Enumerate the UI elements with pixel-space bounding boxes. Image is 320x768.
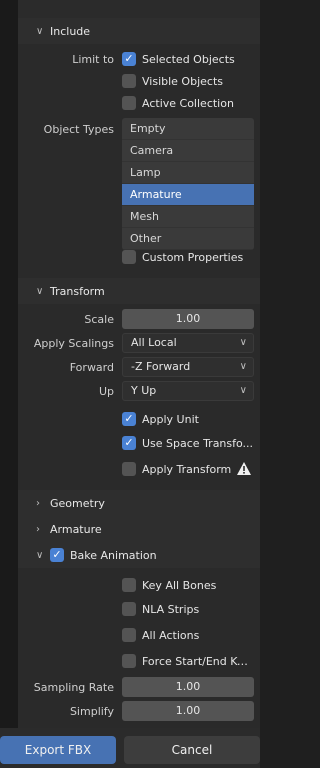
transform-panel-header[interactable]: ∨ Transform [18,278,260,304]
warning-icon [237,462,251,475]
scale-label: Scale [84,312,114,326]
nla-strips-toggle[interactable]: NLA Strips [122,599,254,619]
selected-objects-label: Selected Objects [142,52,235,66]
cancel-button[interactable]: Cancel [124,736,260,764]
apply-unit-toggle[interactable]: Apply Unit [122,409,254,429]
bake-animation-checkbox[interactable] [50,548,64,562]
forward-label: Forward [69,360,114,374]
selected-objects-toggle[interactable]: Selected Objects [122,49,254,69]
forward-axis-dropdown[interactable]: -Z Forward ∨ [122,357,254,377]
force-start-end-label: Force Start/End Ke... [142,654,254,668]
forward-axis-value: -Z Forward [131,360,191,373]
up-label: Up [98,384,114,398]
armature-header-label: Armature [50,522,102,536]
active-collection-toggle[interactable]: Active Collection [122,93,254,113]
checkbox-unchecked-icon[interactable] [122,74,136,88]
dialog-footer: Export FBX Cancel [0,728,260,768]
apply-unit-label: Apply Unit [142,412,199,426]
include-header-label: Include [50,24,91,38]
geometry-panel-header[interactable]: › Geometry [18,490,260,516]
chevron-down-icon: ∨ [36,549,44,561]
object-type-empty[interactable]: Empty [122,118,254,140]
checkbox-unchecked-icon[interactable] [122,96,136,110]
apply-scalings-dropdown[interactable]: All Local ∨ [122,333,254,353]
checkbox-unchecked-icon[interactable] [122,462,136,476]
object-type-armature[interactable]: Armature [122,184,254,206]
chevron-down-icon: ∨ [239,337,247,348]
armature-panel-header[interactable]: › Armature [18,516,260,542]
all-actions-toggle[interactable]: All Actions [122,625,254,645]
checkbox-checked-icon[interactable] [122,52,136,66]
chevron-right-icon: › [36,497,40,509]
use-space-transform-toggle[interactable]: Use Space Transfo... [122,433,254,453]
chevron-down-icon: ∨ [239,385,247,396]
window-edge [0,0,18,768]
chevron-down-icon: ∨ [36,285,44,297]
key-all-bones-label: Key All Bones [142,578,217,592]
chevron-down-icon: ∨ [239,361,247,372]
apply-scalings-value: All Local [131,336,177,349]
include-panel: Limit to Selected Objects Visible Object… [18,44,260,278]
transform-panel: Scale 1.00 Apply Scalings All Local ∨ Fo… [18,304,260,490]
checkbox-checked-icon[interactable] [122,412,136,426]
scale-field[interactable]: 1.00 [122,309,254,329]
chevron-right-icon: › [36,523,40,535]
bake-animation-panel-header[interactable]: ∨ Bake Animation [18,542,260,568]
all-actions-label: All Actions [142,628,200,642]
checkbox-unchecked-icon[interactable] [122,250,136,264]
chevron-down-icon: ∨ [36,25,44,37]
up-axis-value: Y Up [131,384,157,397]
custom-properties-toggle[interactable]: Custom Properties [122,247,254,267]
checkbox-unchecked-icon[interactable] [122,602,136,616]
force-start-end-toggle[interactable]: Force Start/End Ke... [122,651,254,671]
nla-strips-label: NLA Strips [142,602,200,616]
apply-transform-label: Apply Transform [142,462,232,476]
simplify-field[interactable]: 1.00 [122,701,254,721]
transform-header-label: Transform [50,284,105,298]
object-type-camera[interactable]: Camera [122,140,254,162]
checkbox-unchecked-icon[interactable] [122,654,136,668]
apply-transform-toggle[interactable]: Apply Transform [122,459,254,479]
object-type-lamp[interactable]: Lamp [122,162,254,184]
checkbox-unchecked-icon[interactable] [122,628,136,642]
checkbox-unchecked-icon[interactable] [122,578,136,592]
custom-properties-label: Custom Properties [142,250,244,264]
simplify-label: Simplify [69,704,114,718]
up-axis-dropdown[interactable]: Y Up ∨ [122,381,254,401]
apply-scalings-label: Apply Scalings [33,336,114,350]
use-space-transform-label: Use Space Transfo... [142,436,254,450]
active-collection-label: Active Collection [142,96,234,110]
visible-objects-label: Visible Objects [142,74,223,88]
object-types-list: Empty Camera Lamp Armature Mesh Other [122,118,254,250]
object-type-mesh[interactable]: Mesh [122,206,254,228]
key-all-bones-toggle[interactable]: Key All Bones [122,575,254,595]
sampling-rate-field[interactable]: 1.00 [122,677,254,697]
visible-objects-toggle[interactable]: Visible Objects [122,71,254,91]
bake-animation-panel: Key All Bones NLA Strips All Actions For… [18,568,260,728]
geometry-header-label: Geometry [50,496,105,510]
include-panel-header[interactable]: ∨ Include [18,18,260,44]
bake-animation-header-label: Bake Animation [70,548,157,562]
limit-to-label: Limit to [72,52,114,66]
checkbox-checked-icon[interactable] [122,436,136,450]
sampling-rate-label: Sampling Rate [33,680,114,694]
export-fbx-button[interactable]: Export FBX [0,736,116,764]
object-types-label: Object Types [43,122,114,136]
